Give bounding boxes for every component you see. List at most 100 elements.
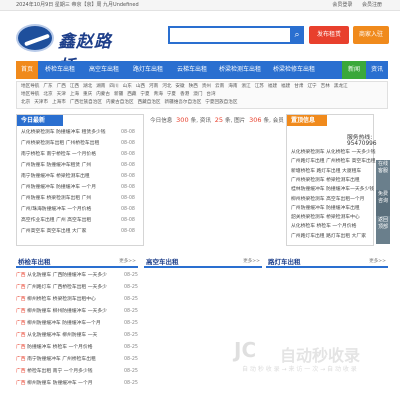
list-item[interactable]: 广西 柳州防撞车 防撞缓冲车 一个月 08-25 <box>16 380 138 388</box>
list-item[interactable]: 广州路灯车出租 广州桥检车 高空车出租 <box>291 158 376 166</box>
region-link[interactable]: 西藏 <box>127 92 136 97</box>
region-link[interactable]: 甘肃 <box>294 84 303 89</box>
list-item[interactable]: 南宁桥检车 南宁桥检车 一个月价格 08-08 <box>21 151 135 159</box>
region-link[interactable]: 天津市 <box>34 100 48 105</box>
region-link[interactable]: 澳门 <box>193 92 202 97</box>
list-item[interactable]: 新塘桥检车 路灯车出租 大厦租车 <box>291 168 361 176</box>
recommend-title[interactable]: 广州桥梁检测车 桥梁检测车出租 <box>291 178 360 183</box>
region-link[interactable]: 河北 <box>162 84 171 89</box>
publish-button[interactable]: 发布租赁 <box>309 26 349 44</box>
region-link[interactable]: 广西壮族自治区 <box>70 100 102 105</box>
nav-streetlight-truck[interactable]: 路灯车出租 <box>126 61 170 79</box>
recommend-title[interactable]: 广州路灯车出租 路灯车出租 大厂家 <box>291 234 366 239</box>
list-item[interactable]: 广西 柳州防撞缓冲车 防撞缓冲车一个月 08-25 <box>16 320 138 328</box>
list-item[interactable]: 从化桥检车 桥检车 一个月价格 <box>291 223 356 231</box>
region-link[interactable]: 西藏自治区 <box>138 100 161 105</box>
region-link[interactable]: 宁夏 <box>167 92 176 97</box>
more-link[interactable]: 更多>> <box>369 256 386 268</box>
region-link[interactable]: 黑龙江 <box>334 84 348 89</box>
more-link[interactable]: 更多>> <box>243 256 260 268</box>
list-item[interactable]: 广西 从化防撞缓冲车 柳州防撞车 一天 08-25 <box>16 332 138 340</box>
site-logo[interactable]: 鑫赵路桥 <box>16 22 128 77</box>
region-link[interactable]: 宁夏回族自治区 <box>205 100 237 105</box>
region-link[interactable]: 四川 <box>109 84 118 89</box>
list-item[interactable]: 广州桥梁检测车 桥梁检测车出租 <box>291 177 360 185</box>
list-item[interactable]: 从化桥梁检测车 防撞缓冲车 租赁多少钱 08-08 <box>21 129 135 137</box>
listing-title[interactable]: 桥检车出租 南宁 一个月多少钱 <box>27 369 92 374</box>
region-link[interactable]: 贵州 <box>202 84 211 89</box>
region-link[interactable]: 湖北 <box>83 84 92 89</box>
region-link[interactable]: 内蒙古 <box>96 92 110 97</box>
recommend-title[interactable]: 广州防撞缓冲车 防撞缓冲车出租 <box>291 206 360 211</box>
nav-info[interactable]: 资讯 <box>366 61 388 79</box>
region-link[interactable]: 宁夏 <box>140 92 149 97</box>
news-title[interactable]: 南宁桥检车 南宁桥检车 一个月价格 <box>21 152 96 157</box>
list-item[interactable]: 广州/珠海防撞缓冲车 一个月价格 08-08 <box>21 206 135 214</box>
list-item[interactable]: 广州高空车 高空车出租 大厂家 08-08 <box>21 228 135 236</box>
region-link[interactable]: 上海 <box>70 92 79 97</box>
list-item[interactable]: 韶关桥梁检测车 桥梁检测车中心 <box>291 214 360 222</box>
region-link[interactable]: 安徽 <box>175 84 184 89</box>
region-link[interactable]: 广西 <box>57 84 66 89</box>
list-item[interactable]: 广州防撞缓冲车 防撞缓冲车 一个月 08-08 <box>21 184 135 192</box>
news-title[interactable]: 南宁防撞缓冲车 桥梁检测车出租 <box>21 174 90 179</box>
region-link[interactable]: 内蒙古自治区 <box>106 100 134 105</box>
news-title[interactable]: 广州防撞车 桥梁检测车出租 广州 <box>21 196 91 201</box>
region-link[interactable]: 山西 <box>136 84 145 89</box>
region-link[interactable]: 福建 <box>281 84 290 89</box>
news-title[interactable]: 广州防撞车 防撞缓冲车租赁 广州 <box>21 163 91 168</box>
list-item[interactable]: 高空作业车出租 广州 高空车出租 08-08 <box>21 217 135 225</box>
region-link[interactable]: 香港 <box>180 92 189 97</box>
list-item[interactable]: 南宁防撞缓冲车 桥梁检测车出租 08-08 <box>21 173 135 181</box>
list-item[interactable]: 桂林防撞缓冲车 防撞缓冲车一天多少钱 <box>291 186 374 194</box>
listing-title[interactable]: 广州路灯车 广西桥检车出租 一天多少 <box>27 285 107 290</box>
news-title[interactable]: 广州/珠海防撞缓冲车 一个月价格 <box>21 207 91 212</box>
listing-title[interactable]: 防撞缓冲车 桥检车 一个月价格 <box>27 345 92 350</box>
region-link[interactable]: 江苏 <box>255 84 264 89</box>
consult-button[interactable]: 免费咨询 <box>376 190 390 216</box>
region-link[interactable]: 江西 <box>70 84 79 89</box>
region-link[interactable]: 海南 <box>228 84 237 89</box>
list-item[interactable]: 广州防撞车 防撞缓冲车租赁 广州 08-08 <box>21 162 135 170</box>
list-item[interactable]: 广州路灯车出租 路灯车出租 大厂家 <box>291 233 366 241</box>
search-button[interactable]: ⌕ <box>290 26 304 44</box>
search-input[interactable] <box>168 26 292 44</box>
listing-title[interactable]: 柳州防撞缓冲车 防撞缓冲车一个月 <box>27 321 100 326</box>
region-link[interactable]: 新疆 <box>114 92 123 97</box>
listing-title[interactable]: 柳州防撞车 防撞缓冲车 一个月 <box>27 381 92 386</box>
news-title[interactable]: 从化桥梁检测车 防撞缓冲车 租赁多少钱 <box>21 130 106 135</box>
more-link[interactable]: 更多>> <box>119 256 136 268</box>
region-link[interactable]: 辽宁 <box>307 84 316 89</box>
list-item[interactable]: 广西 防撞缓冲车 桥检车 一个月价格 08-25 <box>16 344 138 352</box>
nav-ladder-truck[interactable]: 云梯车出租 <box>170 61 214 79</box>
region-link[interactable]: 湖南 <box>96 84 105 89</box>
news-title[interactable]: 广州桥梁检测车出租 广州桥检车出租 <box>21 141 99 146</box>
region-link[interactable]: 福建 <box>268 84 277 89</box>
list-item[interactable]: 广州防撞缓冲车 防撞缓冲车出租 <box>291 205 360 213</box>
recommend-title[interactable]: 从化桥梁检测车 从化桥检车 一天多少钱 <box>291 150 376 155</box>
list-item[interactable]: 广西 柳州桥检车 桥梁检测车出租中心 08-25 <box>16 296 138 304</box>
listing-title[interactable]: 南宁防撞缓冲车 广州桥检车出租 <box>27 357 96 362</box>
join-button[interactable]: 商家入驻 <box>353 26 389 44</box>
nav-bridge-repair[interactable]: 桥梁检修车出租 <box>266 61 322 79</box>
nav-home[interactable]: 首页 <box>16 61 38 79</box>
region-link[interactable]: 台湾 <box>206 92 215 97</box>
back-to-top-button[interactable]: 返回顶部 <box>376 216 390 244</box>
recommend-title[interactable]: 柳州桥梁检测车 高空车出租一个月 <box>291 197 364 202</box>
recommend-title[interactable]: 韶关桥梁检测车 桥梁检测车中心 <box>291 215 360 220</box>
region-link[interactable]: 吉林 <box>321 84 330 89</box>
nav-aerial-truck[interactable]: 高空车出租 <box>82 61 126 79</box>
recommend-title[interactable]: 广州路灯车出租 广州桥检车 高空车出租 <box>291 159 376 164</box>
region-link[interactable]: 云南 <box>215 84 224 89</box>
nav-bridge-truck[interactable]: 桥检车出租 <box>38 61 82 79</box>
region-link[interactable]: 北京 <box>43 92 52 97</box>
listing-title[interactable]: 柳州防撞车 柳州防撞缓冲车 一天多少 <box>27 309 107 314</box>
region-link[interactable]: 青海 <box>154 92 163 97</box>
region-link[interactable]: 上海市 <box>52 100 66 105</box>
nav-bridge-inspection[interactable]: 桥梁检测车出租 <box>214 61 266 79</box>
region-link[interactable]: 广东 <box>43 84 52 89</box>
region-link[interactable]: 重庆 <box>83 92 92 97</box>
region-link[interactable]: 浙江 <box>241 84 250 89</box>
recommend-title[interactable]: 从化桥检车 桥检车 一个月价格 <box>291 224 356 229</box>
region-link[interactable]: 北京 <box>21 100 30 105</box>
